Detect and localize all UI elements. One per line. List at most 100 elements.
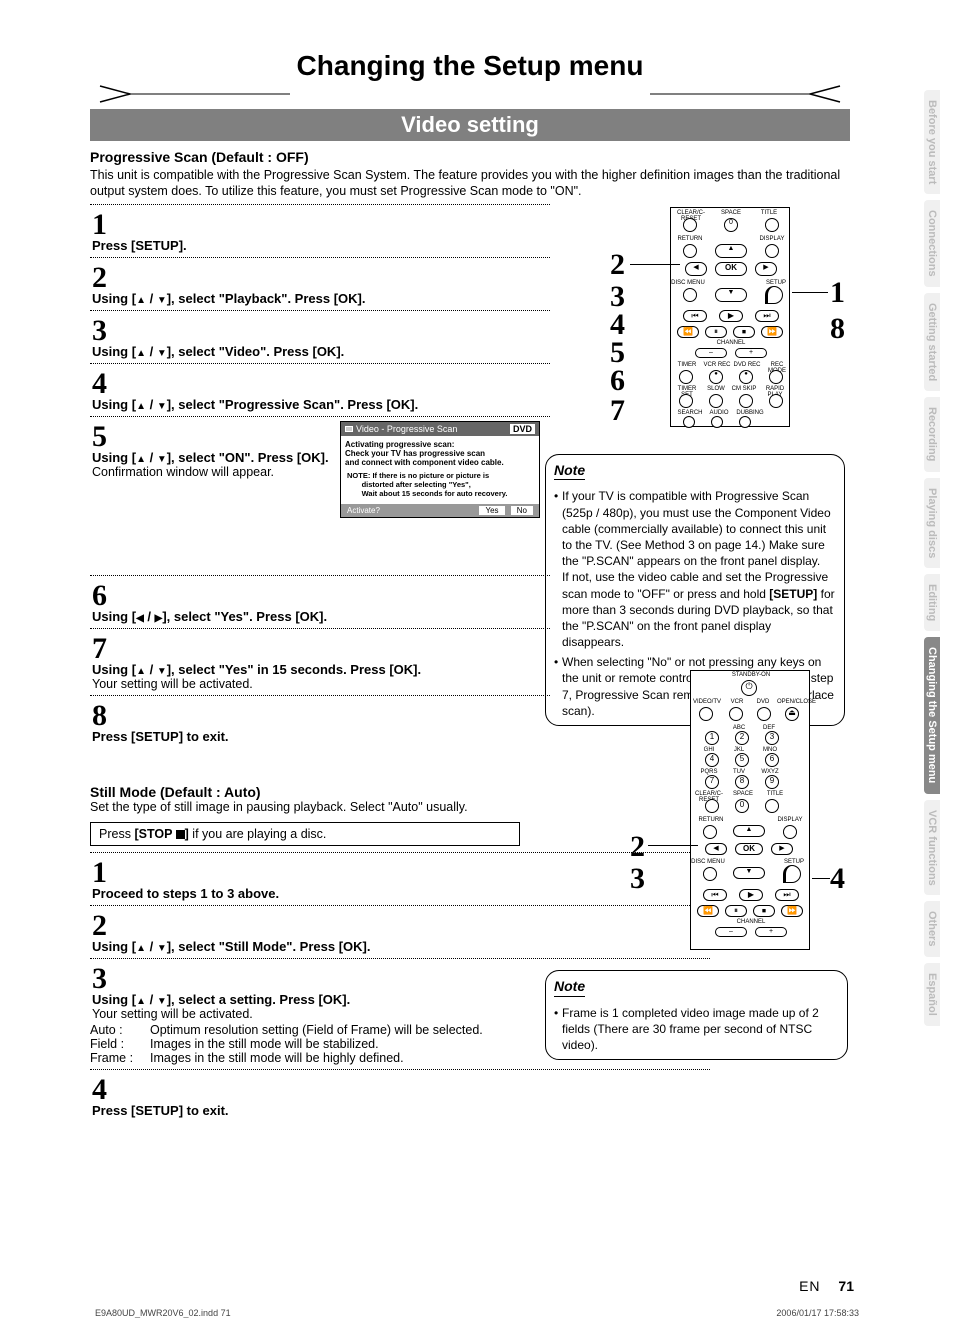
remote-ff-button[interactable]: ⏩ bbox=[761, 326, 783, 338]
remote-display-button[interactable] bbox=[765, 244, 779, 258]
tab-others[interactable]: Others bbox=[924, 901, 940, 956]
remote-7-button[interactable]: 7 bbox=[705, 775, 719, 789]
down-icon: ▼ bbox=[157, 943, 167, 954]
remote-timerset-button[interactable] bbox=[679, 394, 693, 408]
no-button[interactable]: No bbox=[511, 506, 533, 515]
remote-openclose-button[interactable]: ⏏ bbox=[785, 707, 799, 721]
remote-ch-down-button[interactable]: – bbox=[695, 348, 727, 358]
remote-dubbing-button[interactable] bbox=[739, 416, 751, 428]
step-text: Using [▲ / ▼], select "Playback". Press … bbox=[92, 291, 550, 306]
remote-ch-up-button[interactable]: + bbox=[755, 927, 787, 937]
remote-4-button[interactable]: 4 bbox=[705, 753, 719, 767]
remote-vcrrec-button[interactable]: ● bbox=[709, 370, 723, 384]
remote-setup-button[interactable] bbox=[765, 286, 783, 304]
note-title: Note bbox=[554, 461, 585, 481]
remote-ok-button[interactable]: OK bbox=[735, 843, 763, 855]
remote-up-button[interactable]: ▲ bbox=[715, 244, 747, 258]
tab-changing-setup[interactable]: Changing the Setup menu bbox=[924, 637, 940, 793]
tab-playing-discs[interactable]: Playing discs bbox=[924, 478, 940, 568]
remote-display-button[interactable] bbox=[783, 825, 797, 839]
remote-9-button[interactable]: 9 bbox=[765, 775, 779, 789]
remote-2-button[interactable]: 2 bbox=[735, 731, 749, 745]
remote-search-button[interactable] bbox=[683, 416, 695, 428]
remote-5-button[interactable]: 5 bbox=[735, 753, 749, 767]
remote-ff-button[interactable]: ⏩ bbox=[781, 905, 803, 917]
remote-1-button[interactable]: 1 bbox=[705, 731, 719, 745]
remote-slow-button[interactable] bbox=[709, 394, 723, 408]
step-number: 2 bbox=[92, 264, 550, 291]
tab-getting-started[interactable]: Getting started bbox=[924, 293, 940, 391]
remote-clear-button[interactable] bbox=[683, 218, 697, 232]
remote-rapid-button[interactable] bbox=[769, 394, 783, 408]
prog-step-6: 6 Using [◀ / ▶], select "Yes". Press [OK… bbox=[90, 580, 550, 624]
remote-left-button[interactable]: ◀ bbox=[685, 262, 707, 276]
remote-right-button[interactable]: ▶ bbox=[755, 262, 777, 276]
remote-dvd-button[interactable] bbox=[757, 707, 771, 721]
remote-stop-button[interactable]: ⏹ bbox=[733, 326, 755, 338]
remote-return-button[interactable] bbox=[683, 244, 697, 258]
remote-3-button[interactable]: 3 bbox=[765, 731, 779, 745]
remote-setup-button[interactable] bbox=[783, 865, 801, 883]
remote-ch-down-button[interactable]: – bbox=[715, 927, 747, 937]
remote-dvdrec-button[interactable]: ● bbox=[739, 370, 753, 384]
remote-8-button[interactable]: 8 bbox=[735, 775, 749, 789]
up-icon: ▲ bbox=[136, 666, 146, 677]
tab-espanol[interactable]: Español bbox=[924, 963, 940, 1026]
remote-ch-up-button[interactable]: + bbox=[735, 348, 767, 358]
remote-return-button[interactable] bbox=[703, 825, 717, 839]
tab-recording[interactable]: Recording bbox=[924, 397, 940, 471]
callout-num-1: 1 bbox=[830, 276, 845, 310]
tab-vcr-functions[interactable]: VCR functions bbox=[924, 800, 940, 896]
callout-num-3: 3 bbox=[630, 862, 645, 896]
remote-rew-button[interactable]: ⏪ bbox=[697, 905, 719, 917]
remote-play-button[interactable]: ▶ bbox=[719, 310, 743, 322]
remote-stop-button[interactable]: ⏹ bbox=[753, 905, 775, 917]
step-text: Using [▲ / ▼], select "Video". Press [OK… bbox=[92, 344, 550, 359]
remote-down-button[interactable]: ▼ bbox=[733, 867, 765, 879]
note-bullet-1: • If your TV is compatible with Progress… bbox=[554, 488, 836, 650]
remote-skipback-button[interactable]: ⏮ bbox=[683, 310, 707, 322]
remote-timer-button[interactable] bbox=[679, 370, 693, 384]
remote-skipback-button[interactable]: ⏮ bbox=[703, 889, 727, 901]
remote-skipfwd-button[interactable]: ⏭ bbox=[775, 889, 799, 901]
src-time: 2006/01/17 17:58:33 bbox=[776, 1308, 859, 1318]
remote-pause-button[interactable]: ⏸ bbox=[725, 905, 747, 917]
remote-rew-button[interactable]: ⏪ bbox=[677, 326, 699, 338]
remote-title-button[interactable] bbox=[765, 799, 779, 813]
step-number: 3 bbox=[92, 317, 550, 344]
remote-right-button[interactable]: ▶ bbox=[771, 843, 793, 855]
remote-0-button[interactable]: 0 bbox=[735, 799, 749, 813]
page-lang: EN bbox=[799, 1278, 820, 1294]
still-prebox: Press [STOP ] if you are playing a disc. bbox=[90, 822, 520, 846]
remote-cmskip-button[interactable] bbox=[739, 394, 753, 408]
progressive-intro: This unit is compatible with the Progres… bbox=[90, 167, 850, 200]
remote-play-button[interactable]: ▶ bbox=[739, 889, 763, 901]
callout-num-7: 7 bbox=[610, 394, 625, 428]
progressive-heading-block: Progressive Scan (Default : OFF) This un… bbox=[90, 149, 850, 200]
tab-editing[interactable]: Editing bbox=[924, 574, 940, 631]
remote-audio-button[interactable] bbox=[711, 416, 723, 428]
remote-clear-button[interactable] bbox=[705, 799, 719, 813]
remote-videotv-button[interactable] bbox=[699, 707, 713, 721]
prog-step-5: 5 Using [▲ / ▼], select "ON". Press [OK]… bbox=[90, 421, 550, 571]
step-text: Using [▲ / ▼], select "Progressive Scan"… bbox=[92, 397, 550, 412]
tab-before-you-start[interactable]: Before you start bbox=[924, 90, 940, 194]
remote-vcr-button[interactable] bbox=[729, 707, 743, 721]
remote-up-button[interactable]: ▲ bbox=[733, 825, 765, 837]
remote-title-button[interactable] bbox=[765, 218, 779, 232]
yes-button[interactable]: Yes bbox=[479, 506, 504, 515]
remote-down-button[interactable]: ▼ bbox=[715, 288, 747, 302]
up-icon: ▲ bbox=[136, 943, 146, 954]
remote-discmenu-button[interactable] bbox=[683, 288, 697, 302]
step-number: 4 bbox=[92, 370, 550, 397]
remote-standby-button[interactable]: ⏻ bbox=[741, 680, 757, 696]
remote-pause-button[interactable]: ⏸ bbox=[705, 326, 727, 338]
tab-connections[interactable]: Connections bbox=[924, 200, 940, 287]
remote-0-button[interactable]: 0 bbox=[724, 218, 738, 232]
remote-6-button[interactable]: 6 bbox=[765, 753, 779, 767]
remote-discmenu-button[interactable] bbox=[703, 867, 717, 881]
remote-recmode-button[interactable] bbox=[769, 370, 783, 384]
remote-ok-button[interactable]: OK bbox=[715, 262, 747, 276]
remote-left-button[interactable]: ◀ bbox=[705, 843, 727, 855]
remote-skipfwd-button[interactable]: ⏭ bbox=[755, 310, 779, 322]
